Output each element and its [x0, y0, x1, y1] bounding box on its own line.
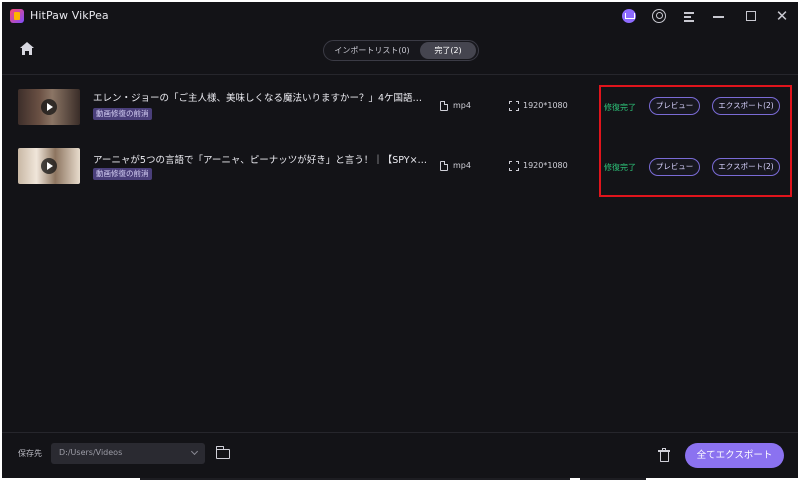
header-divider: [2, 74, 798, 75]
tab-completed[interactable]: 完了(2): [420, 42, 476, 59]
play-icon[interactable]: [41, 158, 57, 174]
minimize-icon[interactable]: [713, 16, 724, 18]
app-logo-icon: [10, 9, 24, 23]
video-title: アーニャが5つの言語で「アーニャ、ピーナッツが好き」と言う！｜【SPY×FAMI…: [93, 155, 429, 166]
trash-icon[interactable]: [658, 448, 670, 462]
video-resolution: 1920*1080: [523, 161, 568, 170]
video-thumbnail[interactable]: [18, 148, 80, 184]
status-tag: 動画修復の前消: [93, 108, 152, 120]
file-icon: [440, 161, 448, 171]
video-thumbnail[interactable]: [18, 89, 80, 125]
footer-divider: [2, 432, 798, 433]
video-format: mp4: [453, 101, 471, 110]
title-bar: HitPaw VikPea ✕: [2, 2, 798, 30]
save-path-dropdown[interactable]: D:/Users/Videos: [51, 443, 205, 464]
play-icon[interactable]: [41, 99, 57, 115]
status-tag: 動画修復の前消: [93, 168, 152, 180]
tab-import-list[interactable]: インポートリスト(0): [327, 42, 417, 59]
resolution-icon: [509, 161, 519, 171]
folder-icon[interactable]: [216, 446, 230, 459]
file-icon: [440, 101, 448, 111]
user-icon[interactable]: [652, 9, 666, 23]
app-window: HitPaw VikPea ✕ インポートリスト(0) 完了(2) エレン・ジョ…: [2, 2, 798, 478]
close-icon[interactable]: ✕: [774, 8, 790, 24]
resolution-icon: [509, 101, 519, 111]
maximize-icon[interactable]: [746, 11, 756, 21]
highlight-annotation-box: [599, 85, 792, 197]
home-icon[interactable]: [20, 42, 34, 56]
video-title: エレン・ジョーの「ご主人様、美味しくなる魔法いりますかー？」4ケ国語の吹替...: [93, 93, 429, 104]
export-all-button[interactable]: 全てエクスポート: [685, 443, 784, 468]
save-path-value: D:/Users/Videos: [59, 448, 123, 457]
menu-icon[interactable]: [683, 10, 695, 22]
save-location-label: 保存先: [18, 449, 42, 458]
app-title: HitPaw VikPea: [30, 9, 109, 22]
video-format: mp4: [453, 161, 471, 170]
cart-icon[interactable]: [622, 9, 636, 23]
video-resolution: 1920*1080: [523, 101, 568, 110]
chevron-down-icon[interactable]: [190, 447, 199, 456]
list-tab-switcher: インポートリスト(0) 完了(2): [323, 40, 479, 61]
